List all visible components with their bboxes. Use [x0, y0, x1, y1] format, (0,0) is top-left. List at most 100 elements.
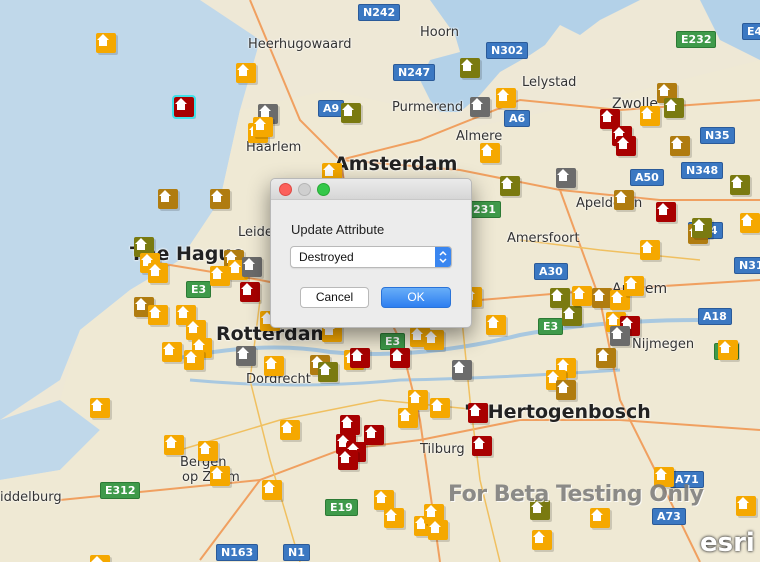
road-shield: N319 — [734, 257, 760, 274]
city-label: iddelburg — [0, 490, 62, 505]
house-marker-icon[interactable] — [340, 415, 360, 435]
house-marker-icon[interactable] — [664, 98, 684, 118]
house-marker-icon[interactable] — [198, 441, 218, 461]
house-marker-icon[interactable] — [96, 33, 116, 53]
house-marker-icon[interactable] — [318, 362, 338, 382]
house-marker-icon[interactable] — [408, 390, 428, 410]
house-marker-icon[interactable] — [730, 175, 750, 195]
house-marker-icon[interactable] — [280, 420, 300, 440]
house-marker-icon[interactable] — [670, 136, 690, 156]
road-shield: A6 — [504, 110, 531, 127]
house-marker-icon[interactable] — [460, 58, 480, 78]
dialog-titlebar[interactable] — [271, 179, 471, 200]
house-marker-icon[interactable] — [468, 403, 488, 423]
house-marker-icon[interactable] — [616, 136, 636, 156]
dialog-prompt: Update Attribute — [291, 222, 385, 237]
attribute-value-select[interactable]: Destroyed — [290, 246, 452, 268]
house-marker-icon[interactable] — [384, 508, 404, 528]
house-marker-icon[interactable] — [562, 306, 582, 326]
house-marker-icon[interactable] — [480, 143, 500, 163]
house-marker-icon[interactable] — [736, 496, 756, 516]
house-marker-icon[interactable] — [253, 117, 273, 137]
house-marker-icon[interactable] — [556, 380, 576, 400]
house-marker-icon[interactable] — [390, 348, 410, 368]
road-shield: N163 — [216, 544, 259, 561]
road-shield: N1 — [283, 544, 310, 561]
road-shield: N247 — [393, 64, 436, 81]
city-label: Lelystad — [522, 75, 577, 90]
cancel-button[interactable]: Cancel — [300, 287, 369, 308]
house-marker-icon[interactable] — [90, 555, 110, 562]
house-marker-icon[interactable] — [614, 190, 634, 210]
house-marker-icon[interactable] — [210, 189, 230, 209]
house-marker-icon[interactable] — [186, 320, 206, 340]
house-marker-icon[interactable] — [592, 288, 612, 308]
zoom-window-button[interactable] — [317, 183, 330, 196]
close-window-button[interactable] — [279, 183, 292, 196]
road-shield: N302 — [486, 42, 529, 59]
house-marker-icon[interactable] — [162, 342, 182, 362]
house-marker-icon[interactable] — [500, 176, 520, 196]
house-marker-icon[interactable] — [341, 103, 361, 123]
house-marker-icon[interactable] — [472, 436, 492, 456]
house-marker-icon[interactable] — [692, 218, 712, 238]
house-marker-icon[interactable] — [262, 480, 282, 500]
house-marker-icon[interactable] — [718, 340, 738, 360]
house-marker-icon[interactable] — [264, 356, 284, 376]
house-marker-icon[interactable] — [532, 530, 552, 550]
house-marker-icon[interactable] — [740, 213, 760, 233]
house-marker-icon[interactable] — [350, 348, 370, 368]
house-marker-icon[interactable] — [596, 348, 616, 368]
house-marker-icon[interactable] — [610, 326, 630, 346]
city-label: Amersfoort — [507, 231, 580, 246]
select-arrows-icon[interactable] — [435, 247, 451, 267]
house-marker-icon[interactable] — [338, 450, 358, 470]
house-marker-icon[interactable] — [550, 288, 570, 308]
update-attribute-dialog: Update Attribute Destroyed Cancel OK — [270, 178, 472, 328]
house-marker-icon[interactable] — [158, 189, 178, 209]
house-marker-icon[interactable] — [590, 508, 610, 528]
house-marker-icon[interactable] — [210, 466, 230, 486]
house-marker-icon[interactable] — [640, 240, 660, 260]
city-label: Purmerend — [392, 100, 464, 115]
house-marker-icon[interactable] — [184, 350, 204, 370]
minimize-window-button — [298, 183, 311, 196]
house-marker-icon[interactable] — [90, 398, 110, 418]
house-marker-icon[interactable] — [640, 106, 660, 126]
house-marker-icon[interactable] — [452, 360, 472, 380]
house-marker-icon[interactable] — [240, 282, 260, 302]
house-marker-icon[interactable] — [148, 305, 168, 325]
house-marker-icon[interactable] — [556, 168, 576, 188]
road-shield: E3 — [186, 281, 212, 298]
house-marker-icon[interactable] — [470, 97, 490, 117]
beta-watermark: For Beta Testing Only — [448, 482, 704, 507]
house-marker-icon[interactable] — [572, 286, 592, 306]
city-label: Amsterdam — [334, 153, 458, 175]
house-marker-icon[interactable] — [242, 257, 262, 277]
city-label: Hoorn — [420, 25, 460, 40]
road-shield: A50 — [630, 169, 664, 186]
ok-button[interactable]: OK — [381, 287, 451, 308]
house-marker-icon[interactable] — [428, 520, 448, 540]
house-marker-icon[interactable] — [430, 398, 450, 418]
house-marker-icon[interactable] — [236, 346, 256, 366]
house-marker-icon[interactable] — [424, 330, 444, 350]
house-marker-icon[interactable] — [236, 63, 256, 83]
house-marker-icon[interactable] — [164, 435, 184, 455]
house-marker-icon[interactable] — [486, 315, 506, 335]
house-marker-icon[interactable] — [374, 490, 394, 510]
house-marker-icon[interactable] — [148, 263, 168, 283]
city-label: Tilburg — [420, 442, 465, 457]
esri-logo: esri — [700, 528, 755, 558]
road-shield: N242 — [358, 4, 401, 21]
road-shield: A73 — [652, 508, 686, 525]
house-marker-icon[interactable] — [172, 95, 196, 119]
house-marker-icon[interactable] — [364, 425, 384, 445]
road-shield: A30 — [534, 263, 568, 280]
road-shield: A18 — [698, 308, 732, 325]
house-marker-icon[interactable] — [624, 276, 644, 296]
house-marker-icon[interactable] — [398, 408, 418, 428]
house-marker-icon[interactable] — [210, 266, 230, 286]
house-marker-icon[interactable] — [656, 202, 676, 222]
house-marker-icon[interactable] — [496, 88, 516, 108]
